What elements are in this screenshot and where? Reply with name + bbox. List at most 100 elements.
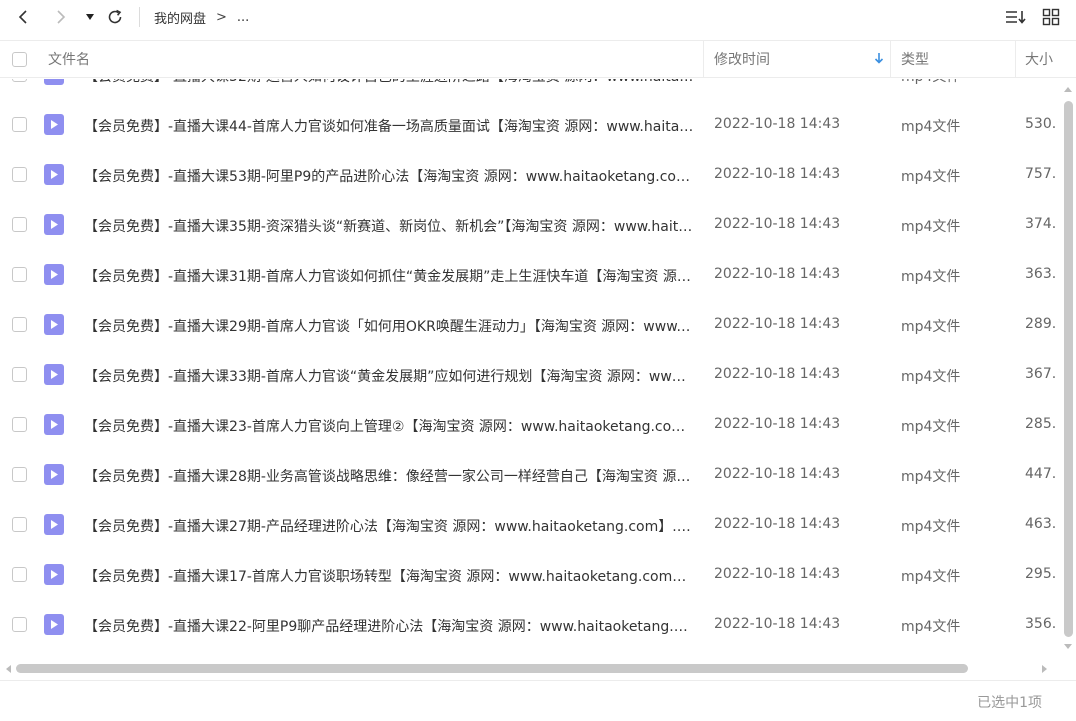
refresh-button[interactable] bbox=[104, 5, 126, 29]
select-all-checkbox[interactable] bbox=[12, 52, 27, 67]
video-file-icon bbox=[44, 564, 64, 585]
file-size: 522. bbox=[1025, 79, 1060, 82]
breadcrumb-more[interactable]: ... bbox=[237, 10, 249, 25]
file-size: 356. bbox=[1025, 616, 1057, 632]
file-modified-date: 2022-10-18 14:43 bbox=[714, 616, 841, 632]
row-checkbox[interactable] bbox=[12, 617, 27, 632]
file-size: 289. bbox=[1025, 316, 1057, 332]
scroll-left-icon[interactable] bbox=[4, 664, 12, 674]
row-checkbox[interactable] bbox=[12, 267, 27, 282]
sort-descending-icon bbox=[874, 53, 884, 64]
file-size: 374. bbox=[1025, 216, 1057, 232]
file-name[interactable]: 【会员免费】-直播大课44-首席人力官谈如何准备一场高质量面试【海淘宝资 源网：… bbox=[84, 116, 694, 136]
file-row[interactable]: 【会员免费】-直播大课31期-首席人力官谈如何抓住“黄金发展期”走上生涯快车道【… bbox=[0, 250, 1060, 300]
file-name[interactable]: 【会员免费】-直播大课53期-阿里P9的产品进阶心法【海淘宝资 源网：www.h… bbox=[84, 166, 694, 186]
scroll-up-icon[interactable] bbox=[1063, 85, 1073, 93]
scroll-right-icon[interactable] bbox=[1041, 664, 1049, 674]
file-row[interactable]: 【会员免费】-直播大课23-首席人力官谈向上管理②【海淘宝资 源网：www.ha… bbox=[0, 400, 1060, 450]
horizontal-scroll-thumb[interactable] bbox=[16, 664, 968, 673]
column-header-type[interactable]: 类型 bbox=[901, 41, 929, 77]
column-header-size[interactable]: 大小 bbox=[1025, 41, 1053, 77]
row-checkbox[interactable] bbox=[12, 217, 27, 232]
file-name[interactable]: 【会员免费】-直播大课17-首席人力官谈职场转型【海淘宝资 源网：www.hai… bbox=[84, 566, 694, 586]
file-type: mp4文件 bbox=[901, 119, 961, 135]
selection-count: 已选中1项 bbox=[977, 695, 1042, 711]
file-name[interactable]: 【会员免费】-直播大课22-阿里P9聊产品经理进阶心法【海淘宝资 源网：www.… bbox=[84, 616, 694, 636]
row-checkbox[interactable] bbox=[12, 517, 27, 532]
row-checkbox[interactable] bbox=[12, 467, 27, 482]
row-checkbox[interactable] bbox=[12, 79, 27, 82]
chevron-left-icon bbox=[18, 10, 27, 24]
file-name[interactable]: 【会员免费】-直播大课27期-产品经理进阶心法【海淘宝资 源网：www.hait… bbox=[84, 516, 694, 536]
file-row[interactable]: 【会员免费】-直播大课53期-阿里P9的产品进阶心法【海淘宝资 源网：www.h… bbox=[0, 150, 1060, 200]
file-modified-date: 2022-10-18 14:43 bbox=[714, 366, 841, 382]
file-name[interactable]: 【会员免费】-直播大课23-首席人力官谈向上管理②【海淘宝资 源网：www.ha… bbox=[84, 416, 694, 436]
file-size: 530. bbox=[1025, 116, 1057, 132]
file-type: mp4文件 bbox=[901, 419, 961, 435]
breadcrumb-separator: > bbox=[216, 10, 227, 25]
grid-view-button[interactable] bbox=[1040, 5, 1062, 29]
file-row[interactable]: 【会员免费】-直播大课35期-资深猎头谈“新赛道、新岗位、新机会”【海淘宝资 源… bbox=[0, 200, 1060, 250]
column-header-name[interactable]: 文件名 bbox=[48, 41, 90, 77]
chevron-right-icon bbox=[57, 10, 66, 24]
video-file-icon bbox=[44, 314, 64, 335]
file-list: 【会员免费】-直播大课52期-运营人如何设计自己的生涯进阶之路【海淘宝资 源网：… bbox=[0, 79, 1060, 659]
video-file-icon bbox=[44, 414, 64, 435]
file-type: mp4文件 bbox=[901, 79, 960, 86]
file-size: 285. bbox=[1025, 416, 1057, 432]
file-row[interactable]: 【会员免费】-直播大课52期-运营人如何设计自己的生涯进阶之路【海淘宝资 源网：… bbox=[0, 79, 1060, 100]
file-name[interactable]: 【会员免费】-直播大课35期-资深猎头谈“新赛道、新岗位、新机会”【海淘宝资 源… bbox=[84, 216, 694, 236]
column-divider[interactable] bbox=[890, 41, 891, 77]
video-file-icon bbox=[44, 214, 64, 235]
file-name[interactable]: 【会员免费】-直播大课52期-运营人如何设计自己的生涯进阶之路【海淘宝资 源网：… bbox=[84, 79, 694, 86]
toolbar-divider bbox=[139, 7, 140, 27]
video-file-icon bbox=[44, 79, 64, 85]
file-row[interactable]: 【会员免费】-直播大课33期-首席人力官谈“黄金发展期”应如何进行规划【海淘宝资… bbox=[0, 350, 1060, 400]
back-button[interactable] bbox=[12, 5, 34, 29]
row-checkbox[interactable] bbox=[12, 417, 27, 432]
column-header-modified[interactable]: 修改时间 bbox=[714, 41, 890, 77]
video-file-icon bbox=[44, 114, 64, 135]
file-name[interactable]: 【会员免费】-直播大课29期-首席人力官谈「如何用OKR唤醒生涯动力」【海淘宝资… bbox=[84, 316, 694, 336]
row-checkbox[interactable] bbox=[12, 117, 27, 132]
video-file-icon bbox=[44, 614, 64, 635]
file-name[interactable]: 【会员免费】-直播大课31期-首席人力官谈如何抓住“黄金发展期”走上生涯快车道【… bbox=[84, 266, 694, 286]
file-row[interactable]: 【会员免费】-直播大课17-首席人力官谈职场转型【海淘宝资 源网：www.hai… bbox=[0, 550, 1060, 600]
sort-button[interactable] bbox=[1004, 5, 1028, 29]
file-row[interactable]: 【会员免费】-直播大课44-首席人力官谈如何准备一场高质量面试【海淘宝资 源网：… bbox=[0, 100, 1060, 150]
file-type: mp4文件 bbox=[901, 369, 961, 385]
history-dropdown[interactable] bbox=[82, 5, 98, 29]
file-modified-date: 2022-10-18 14:43 bbox=[714, 166, 841, 182]
file-row[interactable]: 【会员免费】-直播大课28期-业务高管谈战略思维：像经营一家公司一样经营自己【海… bbox=[0, 450, 1060, 500]
file-type: mp4文件 bbox=[901, 519, 961, 535]
file-modified-date: 2022-10-18 14:43 bbox=[714, 466, 841, 482]
file-size: 363. bbox=[1025, 266, 1057, 282]
vertical-scroll-thumb[interactable] bbox=[1064, 101, 1073, 637]
file-modified-date: 2022-10-18 14:43 bbox=[714, 516, 841, 532]
row-checkbox[interactable] bbox=[12, 567, 27, 582]
row-checkbox[interactable] bbox=[12, 367, 27, 382]
video-file-icon bbox=[44, 364, 64, 385]
column-divider[interactable] bbox=[703, 41, 704, 77]
forward-button[interactable] bbox=[50, 5, 72, 29]
file-modified-date: 2022-10-18 14:43 bbox=[714, 116, 841, 132]
file-row[interactable]: 【会员免费】-直播大课29期-首席人力官谈「如何用OKR唤醒生涯动力」【海淘宝资… bbox=[0, 300, 1060, 350]
file-modified-date: 2022-10-18 14:43 bbox=[714, 266, 841, 282]
scroll-down-icon[interactable] bbox=[1063, 643, 1073, 651]
horizontal-scrollbar[interactable] bbox=[0, 660, 1060, 678]
row-checkbox[interactable] bbox=[12, 167, 27, 182]
row-checkbox[interactable] bbox=[12, 317, 27, 332]
vertical-scrollbar[interactable] bbox=[1060, 79, 1076, 659]
column-header-modified-label: 修改时间 bbox=[714, 52, 770, 68]
file-name[interactable]: 【会员免费】-直播大课28期-业务高管谈战略思维：像经营一家公司一样经营自己【海… bbox=[84, 466, 694, 486]
breadcrumb-root[interactable]: 我的网盘 bbox=[154, 8, 206, 27]
video-file-icon bbox=[44, 464, 64, 485]
file-name[interactable]: 【会员免费】-直播大课33期-首席人力官谈“黄金发展期”应如何进行规划【海淘宝资… bbox=[84, 366, 694, 386]
file-row[interactable]: 【会员免费】-直播大课22-阿里P9聊产品经理进阶心法【海淘宝资 源网：www.… bbox=[0, 600, 1060, 650]
file-type: mp4文件 bbox=[901, 219, 961, 235]
video-file-icon bbox=[44, 164, 64, 185]
file-row[interactable]: 【会员免费】-直播大课27期-产品经理进阶心法【海淘宝资 源网：www.hait… bbox=[0, 500, 1060, 550]
file-type: mp4文件 bbox=[901, 619, 961, 635]
sort-icon bbox=[1006, 11, 1026, 24]
column-divider[interactable] bbox=[1015, 41, 1016, 77]
